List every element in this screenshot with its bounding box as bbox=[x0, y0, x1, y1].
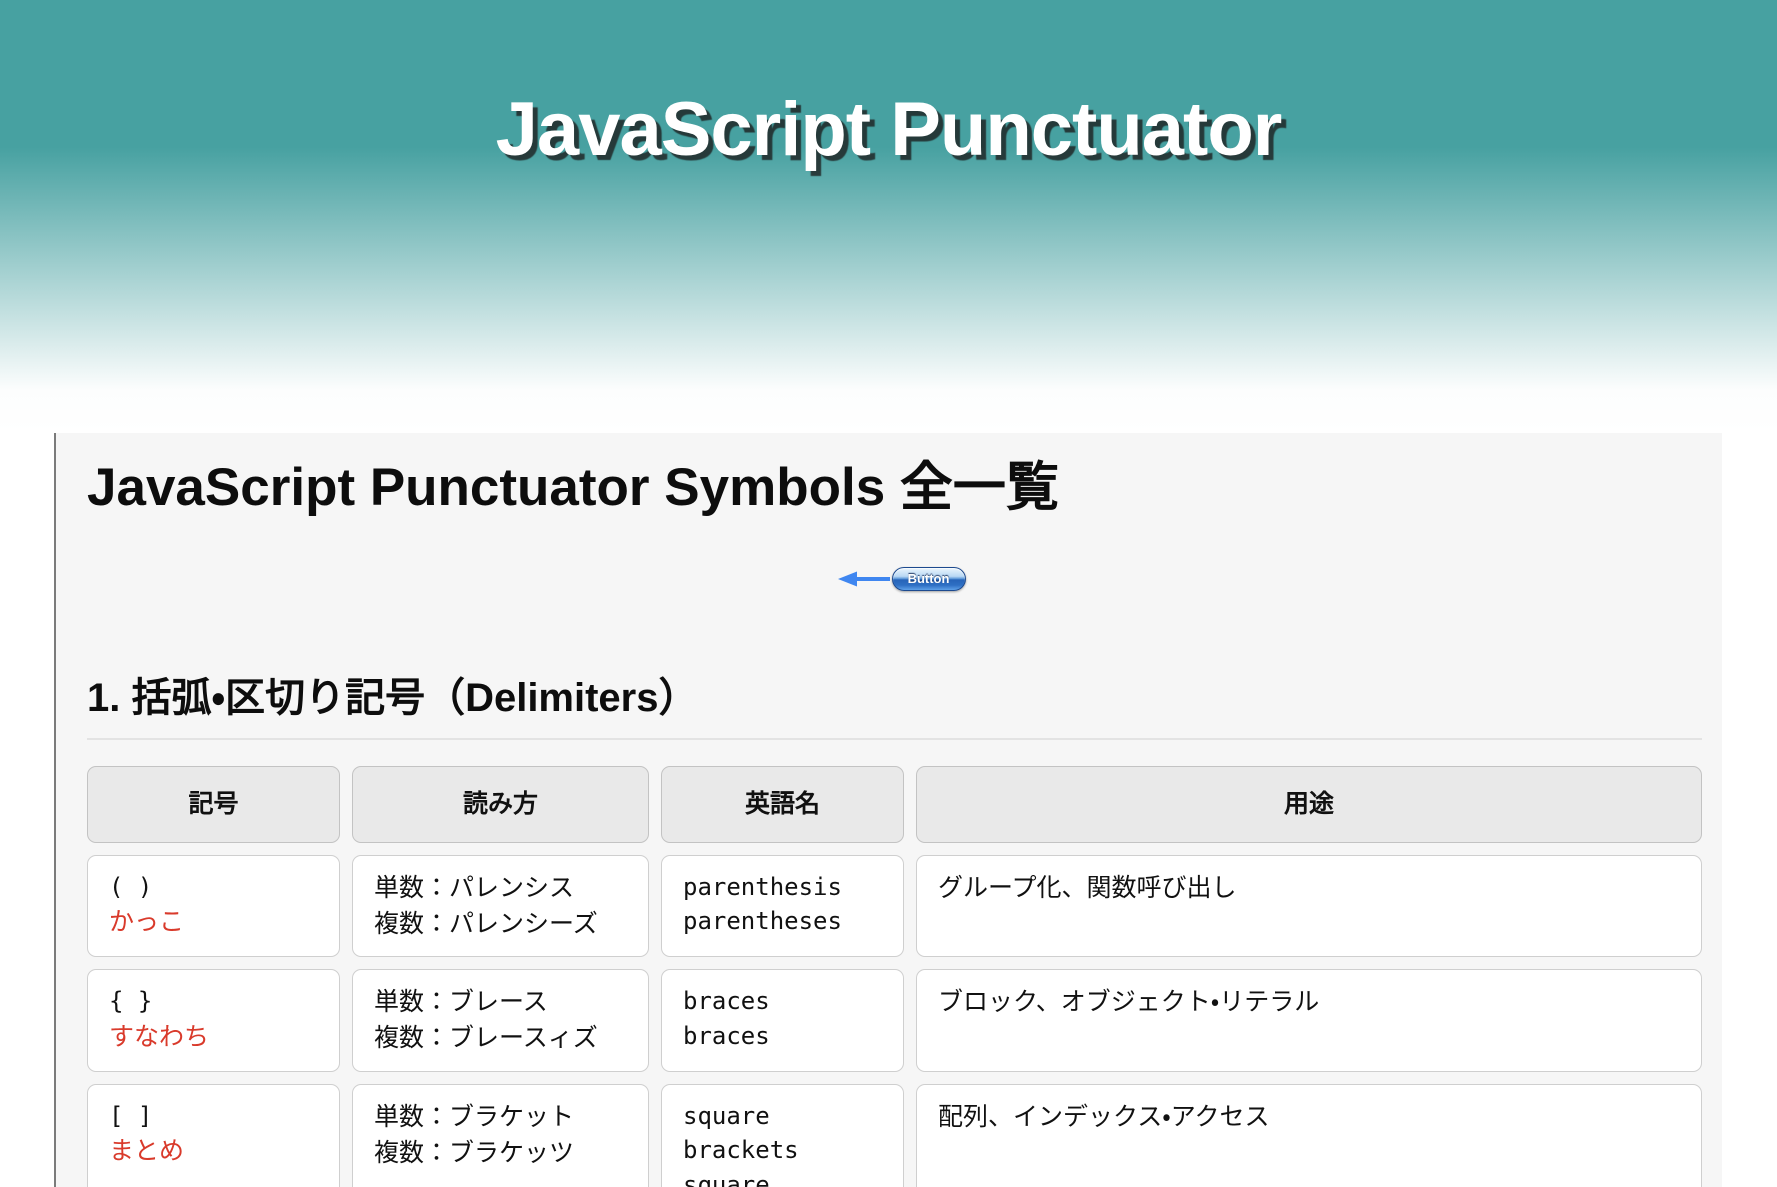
symbol-kana: すなわち bbox=[109, 1019, 318, 1055]
symbol-cell: { } すなわち bbox=[87, 969, 340, 1072]
english-cell: parenthesis parentheses bbox=[661, 855, 904, 958]
english-singular: parenthesis bbox=[683, 870, 882, 905]
usage-text: 配列、インデックス・アクセス bbox=[938, 1099, 1680, 1135]
symbol-text: ( ) bbox=[109, 870, 318, 905]
symbol-text: [ ] bbox=[109, 1099, 318, 1134]
reading-singular: 単数：パレンシス bbox=[374, 870, 627, 906]
usage-text: ブロック、オブジェクト・リテラル bbox=[938, 984, 1680, 1020]
usage-cell: ブロック、オブジェクト・リテラル bbox=[916, 969, 1702, 1072]
reading-cell: 単数：ブラケット 複数：ブラケッツ bbox=[352, 1084, 649, 1187]
banner-title: JavaScript Punctuator bbox=[0, 0, 1777, 173]
english-plural: parentheses bbox=[683, 904, 882, 939]
reading-plural: 複数：ブレースィズ bbox=[374, 1020, 627, 1056]
english-cell: braces braces bbox=[661, 969, 904, 1072]
col-header-usage: 用途 bbox=[916, 766, 1702, 843]
reading-singular: 単数：ブラケット bbox=[374, 1099, 627, 1135]
delimiters-table: 記号 読み方 英語名 用途 ( ) かっこ 単数：パレンシス 複数：パレンシーズ… bbox=[87, 766, 1702, 1187]
arrow-left-icon bbox=[838, 569, 890, 589]
english-singular: braces bbox=[683, 984, 882, 1019]
page-title: JavaScript Punctuator Symbols 全一覧 bbox=[87, 456, 1702, 520]
section-heading: 1. 括弧・区切り記号（Delimiters） bbox=[87, 674, 1702, 740]
banner: JavaScript Punctuator bbox=[0, 0, 1777, 433]
aqua-button[interactable]: Button bbox=[892, 567, 966, 591]
reading-cell: 単数：パレンシス 複数：パレンシーズ bbox=[352, 855, 649, 958]
reading-plural: 複数：パレンシーズ bbox=[374, 906, 627, 942]
reading-plural: 複数：ブラケッツ bbox=[374, 1135, 627, 1171]
english-singular: square brackets bbox=[683, 1099, 882, 1169]
usage-cell: グループ化、関数呼び出し bbox=[916, 855, 1702, 958]
english-cell: square brackets square brackets bbox=[661, 1084, 904, 1187]
reading-cell: 単数：ブレース 複数：ブレースィズ bbox=[352, 969, 649, 1072]
symbol-text: { } bbox=[109, 984, 318, 1019]
symbol-cell: [ ] まとめ bbox=[87, 1084, 340, 1187]
col-header-reading: 読み方 bbox=[352, 766, 649, 843]
english-plural: square brackets bbox=[683, 1168, 882, 1187]
usage-text: グループ化、関数呼び出し bbox=[938, 870, 1680, 906]
symbol-kana: まとめ bbox=[109, 1133, 318, 1169]
col-header-symbol: 記号 bbox=[87, 766, 340, 843]
symbol-kana: かっこ bbox=[109, 904, 318, 940]
reading-singular: 単数：ブレース bbox=[374, 984, 627, 1020]
content-panel: JavaScript Punctuator Symbols 全一覧 Button… bbox=[54, 433, 1722, 1187]
col-header-english: 英語名 bbox=[661, 766, 904, 843]
english-plural: braces bbox=[683, 1019, 882, 1054]
usage-cell: 配列、インデックス・アクセス bbox=[916, 1084, 1702, 1187]
button-row: Button bbox=[87, 566, 1702, 592]
symbol-cell: ( ) かっこ bbox=[87, 855, 340, 958]
